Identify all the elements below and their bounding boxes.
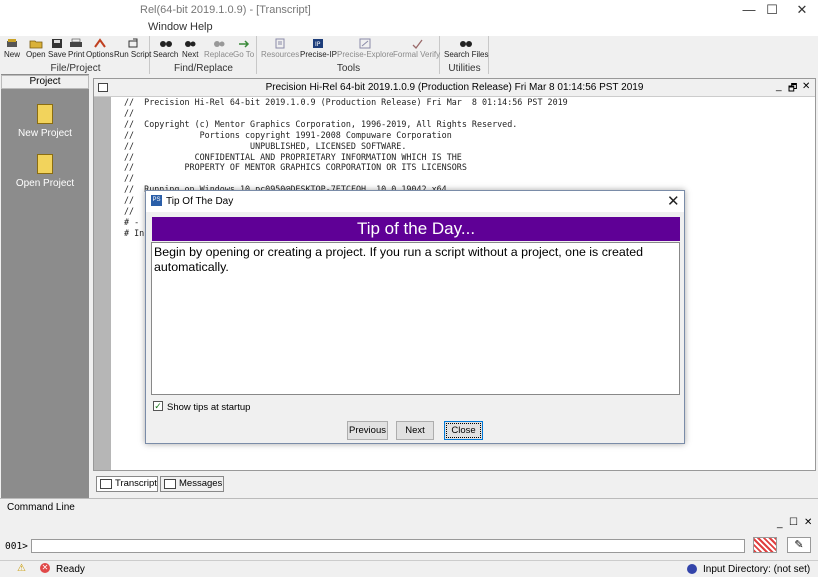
open-project-icon [37, 154, 53, 174]
print-icon [69, 38, 83, 49]
show-tips-label: Show tips at startup [167, 402, 251, 413]
transcript-line: // [124, 173, 135, 184]
tip-text: Begin by opening or creating a project. … [151, 242, 680, 395]
project-panel-header: Project [1, 75, 89, 89]
transcript-gutter [94, 97, 111, 470]
resources-button[interactable]: Resources [261, 38, 299, 59]
command-line-label: Command Line [7, 502, 75, 513]
dialog-title: Tip Of The Day [166, 196, 234, 207]
command-close-button[interactable]: ✕ [804, 517, 812, 528]
group-label-find-replace: Find/Replace [174, 63, 233, 74]
transcript-line: // Copyright (c) Mentor Graphics Corpora… [124, 118, 518, 129]
search-files-icon [459, 38, 473, 49]
transcript-caption-bar: Precision Hi-Rel 64-bit 2019.1.0.9 (Prod… [94, 79, 815, 97]
file-project-group: New Open Save Print Options Run Script F… [2, 36, 151, 74]
transcript-caption: Precision Hi-Rel 64-bit 2019.1.0.9 (Prod… [265, 82, 644, 93]
transcript-tab-icon [100, 479, 112, 489]
transcript-line: // PROPERTY OF MENTOR GRAPHICS CORPORATI… [124, 162, 467, 173]
dialog-app-icon: PS [151, 195, 162, 206]
menu-window[interactable]: Window [148, 21, 187, 33]
next-button[interactable]: Next [182, 38, 198, 59]
svg-text:IP: IP [315, 41, 321, 48]
open-project-button[interactable]: Open Project [1, 154, 89, 189]
precise-explore-button[interactable]: Precise-Explore [337, 38, 393, 59]
precise-ip-icon: IP [311, 38, 325, 49]
transcript-line: // CONFIDENTIAL AND PROPRIETARY INFORMAT… [124, 151, 462, 162]
command-prompt: 001> [5, 541, 28, 552]
menu-help[interactable]: Help [190, 21, 213, 33]
tip-heading: Tip of the Day... [152, 217, 680, 241]
tab-messages[interactable]: Messages [160, 476, 224, 492]
new-icon [5, 38, 19, 49]
input-directory-status: Input Directory: (not set) [703, 564, 811, 575]
command-line-panel: Command Line _ ☐ ✕ 001> ✎ [0, 498, 818, 560]
edit-command-icon[interactable]: ✎ [787, 537, 811, 553]
input-directory-icon [687, 564, 697, 574]
transcript-line: // Precision Hi-Rel 64-bit 2019.1.0.9 (P… [124, 97, 568, 107]
options-icon [93, 38, 107, 49]
precise-explore-icon [358, 38, 372, 49]
group-label-utilities: Utilities [448, 63, 481, 74]
new-project-icon [37, 104, 53, 124]
show-tips-checkbox[interactable]: ✓ [153, 401, 163, 411]
command-maximize-button[interactable]: ☐ [789, 517, 798, 528]
open-folder-icon [29, 38, 43, 49]
open-button[interactable]: Open [26, 38, 46, 59]
save-button[interactable]: Save [48, 38, 66, 59]
previous-button[interactable]: Previous [347, 421, 388, 440]
binoculars-icon [159, 38, 173, 49]
transcript-restore-button[interactable]: 🗗 [788, 81, 797, 98]
status-bar: ⚠ ✕ Ready Input Directory: (not set) [0, 560, 818, 577]
close-button[interactable]: Close [444, 421, 483, 440]
transcript-close-button[interactable]: ✕ [802, 81, 810, 92]
print-button[interactable]: Print [68, 38, 84, 59]
goto-button[interactable]: Go To [233, 38, 254, 59]
find-next-icon [183, 38, 197, 49]
dialog-caption-bar: PS Tip Of The Day ✕ [146, 191, 684, 212]
command-input[interactable] [31, 539, 745, 553]
next-tip-button[interactable]: Next [396, 421, 434, 440]
title-bar: Rel(64-bit 2019.1.0.9) - [Transcript] — … [0, 0, 818, 20]
save-icon [50, 38, 64, 49]
menu-bar: Window Help [0, 20, 818, 36]
run-script-button[interactable]: Run Script [114, 38, 151, 59]
transcript-minimize-button[interactable]: _ [776, 81, 782, 92]
tab-transcript[interactable]: Transcript [96, 476, 158, 492]
transcript-line: // UNPUBLISHED, LICENSED SOFTWARE. [124, 140, 407, 151]
utilities-group: Search Files Utilities [441, 36, 489, 74]
run-script-icon [126, 38, 140, 49]
group-label-file-project: File/Project [50, 63, 101, 74]
search-button[interactable]: Search [153, 38, 178, 59]
tools-group: Resources IP Precise-IP Precise-Explore F… [258, 36, 440, 74]
project-panel: Project New Project Open Project [1, 74, 89, 501]
tip-of-the-day-dialog: PS Tip Of The Day ✕ Tip of the Day... Be… [145, 190, 685, 444]
warning-icon: ⚠ [17, 563, 26, 574]
clear-command-icon[interactable] [753, 537, 777, 553]
find-replace-group: Search Next Replace Go To Find/Replace [151, 36, 257, 74]
goto-arrow-icon [237, 38, 251, 49]
search-files-button[interactable]: Search Files [444, 38, 488, 59]
window-title: Rel(64-bit 2019.1.0.9) - [Transcript] [140, 4, 311, 16]
options-button[interactable]: Options [86, 38, 114, 59]
dialog-close-icon[interactable]: ✕ [667, 192, 680, 210]
transcript-line: // Portions copyright 1991-2008 Compuwar… [124, 129, 452, 140]
toolbar: New Open Save Print Options Run Script F… [0, 36, 818, 74]
group-label-tools: Tools [336, 63, 361, 74]
transcript-line: // [124, 107, 135, 118]
command-minimize-button[interactable]: _ [777, 518, 783, 529]
resources-icon [273, 38, 287, 49]
replace-icon [212, 38, 226, 49]
messages-tab-icon [164, 479, 176, 489]
replace-button[interactable]: Replace [204, 38, 233, 59]
formal-verify-icon [410, 38, 424, 49]
window-close-button[interactable]: ✕ [779, 0, 818, 20]
error-icon: ✕ [40, 563, 50, 573]
precise-ip-button[interactable]: IP Precise-IP [300, 38, 337, 59]
new-project-button[interactable]: New Project [1, 104, 89, 139]
status-text: Ready [56, 564, 85, 575]
new-button[interactable]: New [4, 38, 20, 59]
formal-verify-button[interactable]: Formal Verify [393, 38, 440, 59]
